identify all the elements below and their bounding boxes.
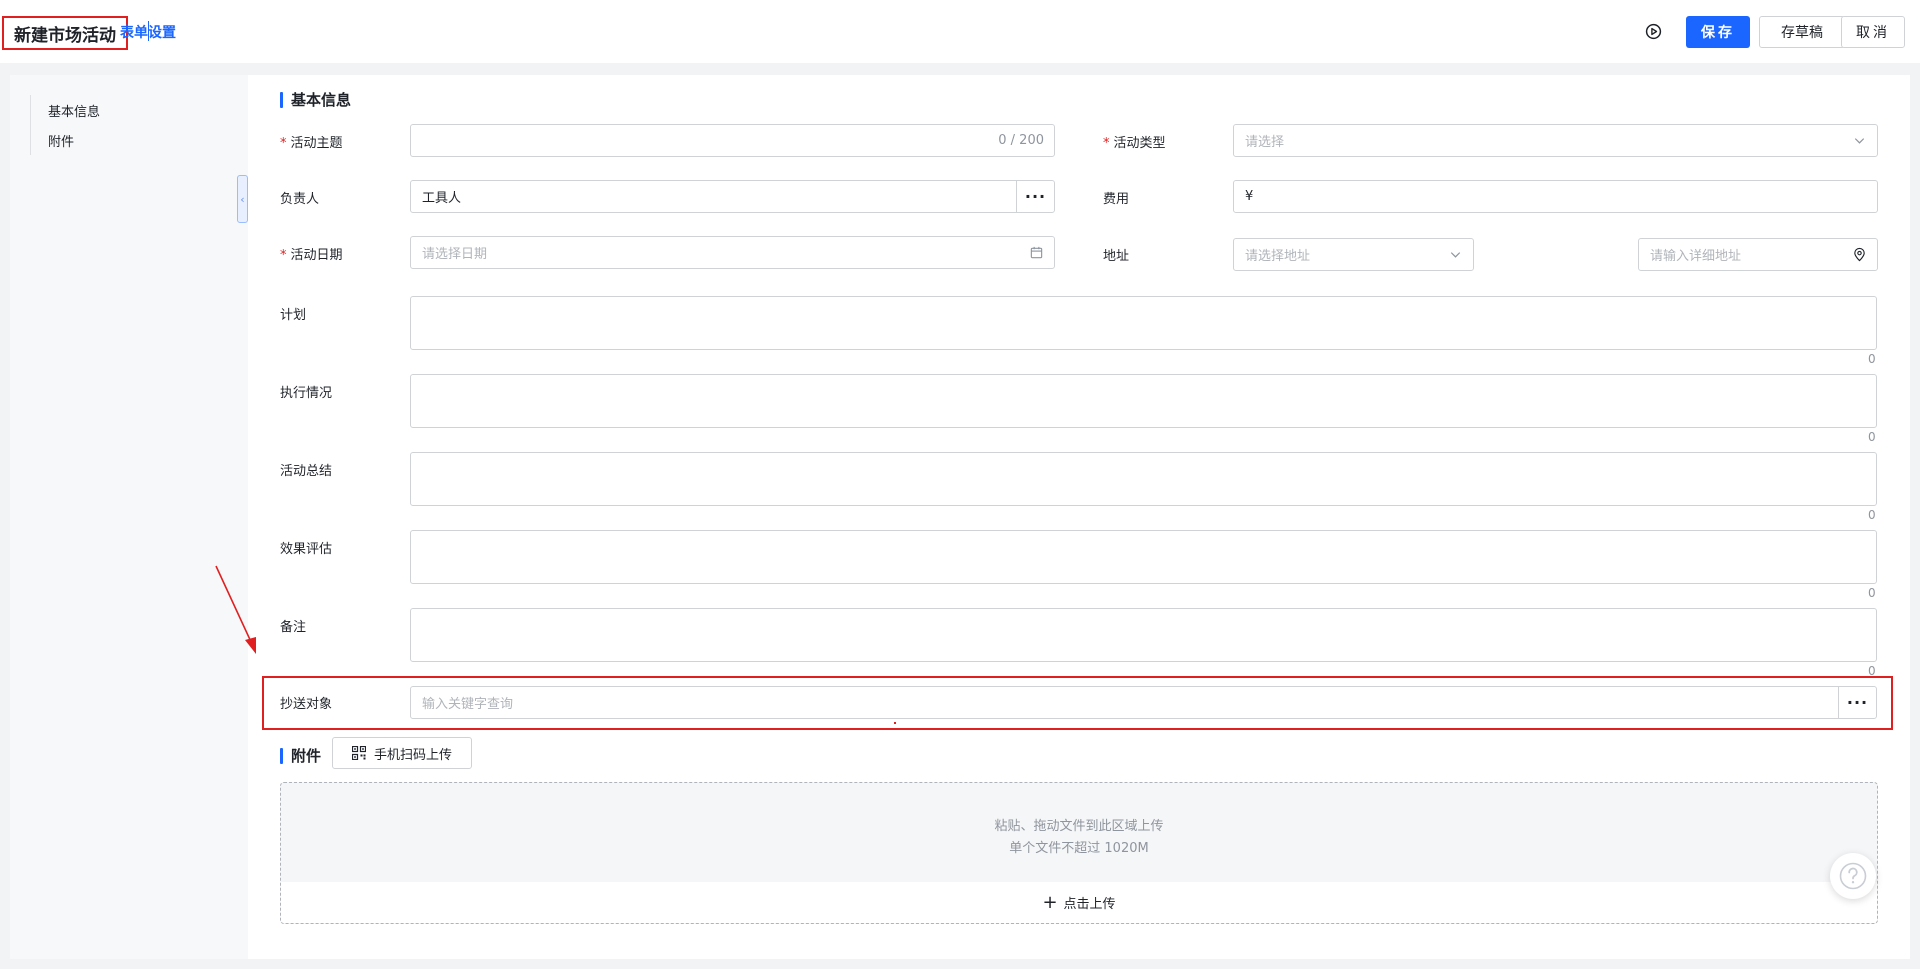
cc-search-input[interactable]: 输入关键字查询 ··· xyxy=(410,686,1877,719)
click-upload-label: 点击上传 xyxy=(1063,897,1116,912)
address-detail-input[interactable]: 请输入详细地址 xyxy=(1638,238,1878,271)
chevron-down-icon xyxy=(1450,252,1461,258)
click-upload-button[interactable]: + 点击上传 xyxy=(281,882,1877,923)
scan-button-label: 手机扫码上传 xyxy=(373,747,452,763)
address-detail-placeholder: 请输入详细地址 xyxy=(1650,249,1742,264)
section-title-text: 基本信息 xyxy=(291,91,352,109)
red-dot-mark xyxy=(894,722,896,724)
cost-input[interactable]: ¥ xyxy=(1233,180,1878,213)
cost-label: 费用 xyxy=(1103,192,1130,207)
cc-picker-button[interactable]: ··· xyxy=(1838,687,1876,718)
save-button[interactable]: 保存 xyxy=(1686,16,1750,48)
topic-label-text: 活动主题 xyxy=(290,136,343,151)
save-draft-button[interactable]: 存草稿 xyxy=(1759,16,1845,48)
section-nav: 基本信息 附件 xyxy=(10,75,248,959)
file-drop-zone[interactable]: 粘贴、拖动文件到此区域上传 单个文件不超过 1020M + 点击上传 xyxy=(280,782,1878,924)
required-marker: * xyxy=(280,136,287,151)
topic-input[interactable]: 0 / 200 xyxy=(410,124,1055,157)
execution-label: 执行情况 xyxy=(280,386,333,401)
address-label: 地址 xyxy=(1103,249,1130,264)
location-pin-icon[interactable] xyxy=(1852,247,1867,262)
required-marker: * xyxy=(1103,136,1110,151)
annotation-arrow xyxy=(215,565,256,654)
nav-item-attachments[interactable]: 附件 xyxy=(48,131,74,150)
required-marker: * xyxy=(280,248,287,263)
qr-code-icon xyxy=(351,746,366,760)
remark-textarea[interactable] xyxy=(410,608,1877,662)
execution-textarea[interactable] xyxy=(410,374,1877,428)
text-cursor xyxy=(148,21,149,41)
owner-picker-button[interactable]: ··· xyxy=(1016,181,1054,212)
summary-char-count: 0 xyxy=(1868,508,1876,522)
owner-label: 负责人 xyxy=(280,192,320,207)
page-title: 新建市场活动 xyxy=(2,16,128,50)
type-label-text: 活动类型 xyxy=(1113,136,1166,151)
type-placeholder: 请选择 xyxy=(1245,135,1285,150)
collapse-nav-button[interactable]: ‹ xyxy=(237,175,248,223)
date-placeholder: 请选择日期 xyxy=(422,247,488,262)
section-title-attachments: 附件 xyxy=(280,745,321,766)
drop-hint-line-1: 粘贴、拖动文件到此区域上传 xyxy=(994,819,1164,834)
date-label-text: 活动日期 xyxy=(290,248,343,263)
nav-item-basic-info[interactable]: 基本信息 xyxy=(48,101,100,120)
evaluation-label: 效果评估 xyxy=(280,542,333,557)
type-select[interactable]: 请选择 xyxy=(1233,124,1878,157)
summary-textarea[interactable] xyxy=(410,452,1877,506)
help-button[interactable] xyxy=(1830,853,1876,899)
mobile-scan-upload-button[interactable]: 手机扫码上传 xyxy=(332,737,472,769)
currency-prefix: ¥ xyxy=(1245,189,1254,204)
section-accent-bar xyxy=(280,747,283,764)
date-label: * 活动日期 xyxy=(280,244,343,263)
page-header: 新建市场活动 表单设置 保存 存草稿 取消 xyxy=(0,0,1920,63)
owner-input[interactable]: 工具人 ··· xyxy=(410,180,1055,213)
date-picker[interactable]: 请选择日期 xyxy=(410,236,1055,269)
summary-label: 活动总结 xyxy=(280,464,333,479)
plan-char-count: 0 xyxy=(1868,352,1876,366)
chevron-left-icon: ‹ xyxy=(240,192,245,206)
address-region-placeholder: 请选择地址 xyxy=(1245,249,1311,264)
plan-textarea[interactable] xyxy=(410,296,1877,350)
remark-label: 备注 xyxy=(280,620,307,635)
section-title-basic-info: 基本信息 xyxy=(280,89,351,110)
more-icon: ··· xyxy=(1846,693,1869,712)
drop-hint-line-2: 单个文件不超过 1020M xyxy=(1009,841,1149,856)
topic-char-counter: 0 / 200 xyxy=(998,133,1044,148)
section-accent-bar xyxy=(280,91,283,108)
plan-label: 计划 xyxy=(280,308,307,323)
calendar-icon xyxy=(1030,246,1043,259)
question-circle-icon xyxy=(1839,862,1867,890)
cancel-button[interactable]: 取消 xyxy=(1841,16,1905,48)
topic-label: * 活动主题 xyxy=(280,132,343,151)
cc-placeholder: 输入关键字查询 xyxy=(422,697,514,712)
cc-label: 抄送对象 xyxy=(280,697,333,712)
plus-icon: + xyxy=(1042,891,1058,913)
execution-char-count: 0 xyxy=(1868,430,1876,444)
evaluation-char-count: 0 xyxy=(1868,586,1876,600)
nav-divider xyxy=(30,95,31,155)
evaluation-textarea[interactable] xyxy=(410,530,1877,584)
play-circle-icon[interactable] xyxy=(1645,23,1662,40)
chevron-down-icon xyxy=(1854,138,1865,144)
owner-value: 工具人 xyxy=(422,191,462,206)
address-region-select[interactable]: 请选择地址 xyxy=(1233,238,1474,271)
more-icon: ··· xyxy=(1024,187,1047,206)
section-title-text: 附件 xyxy=(291,747,322,765)
type-label: * 活动类型 xyxy=(1103,132,1166,151)
